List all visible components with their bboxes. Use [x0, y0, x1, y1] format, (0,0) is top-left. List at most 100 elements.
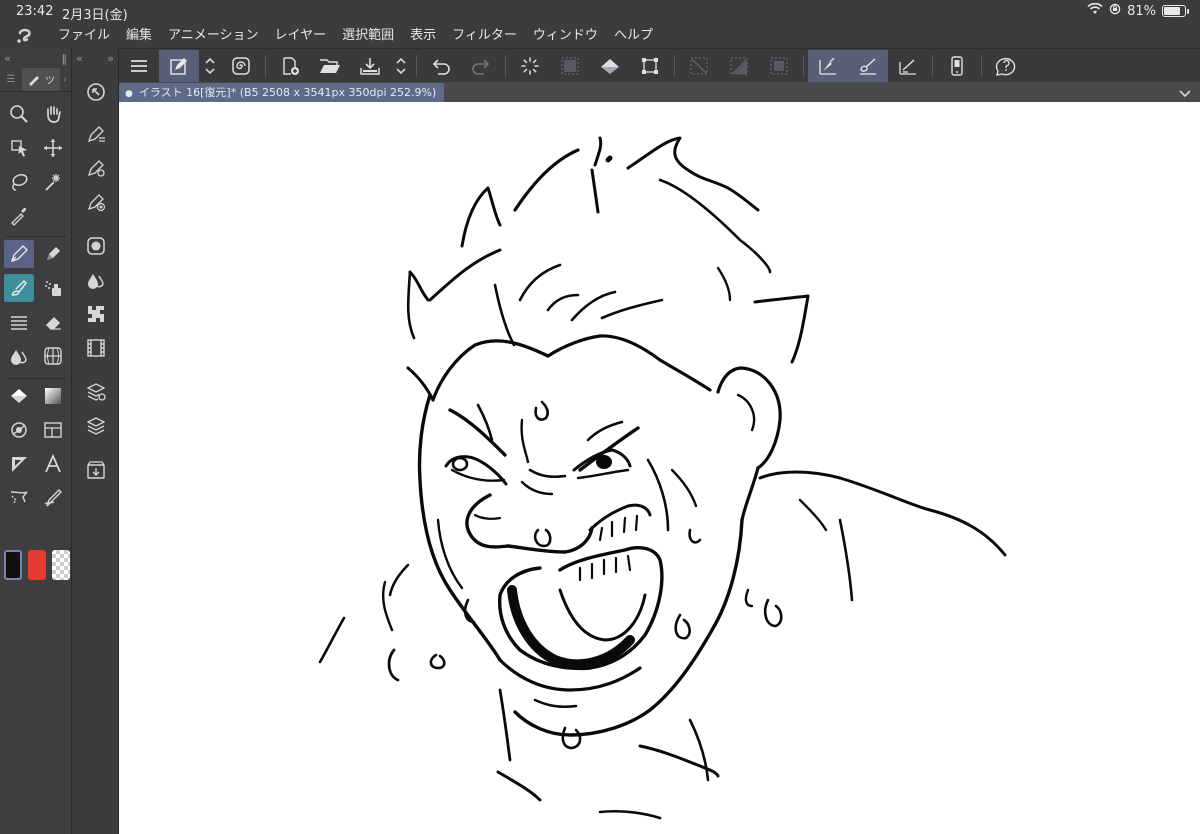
pen-tab-icon [29, 75, 39, 86]
spiral-icon[interactable] [221, 50, 261, 82]
menu-icon[interactable] [119, 50, 159, 82]
menu-file[interactable]: ファイル [50, 24, 118, 48]
layer-property-icon[interactable] [81, 378, 111, 406]
loading-icon[interactable] [510, 50, 550, 82]
move-icon[interactable] [38, 134, 68, 162]
pen-icon[interactable] [4, 240, 34, 268]
document-tab-title: イラスト 16[復元]* (B5 2508 x 3541px 350dpi 25… [138, 86, 437, 99]
tab-more-icon[interactable]: › [60, 68, 70, 91]
select-all-icon[interactable] [550, 50, 590, 82]
collapse-left-icon[interactable]: « [4, 52, 11, 65]
blend-icon[interactable] [4, 342, 34, 370]
shape-icon[interactable] [4, 416, 34, 444]
deselect-icon[interactable] [679, 50, 719, 82]
toolbar-separator [981, 54, 982, 77]
status-right: 81% [1087, 2, 1189, 19]
chevron-down-icon[interactable] [1178, 84, 1192, 103]
menu-filter[interactable]: フィルター [444, 24, 525, 48]
fill-icon[interactable] [590, 50, 630, 82]
tool-property-icon[interactable] [81, 154, 111, 182]
save-icon[interactable] [350, 50, 390, 82]
sub-color-swatch[interactable] [28, 550, 46, 580]
sub-tool-pen-icon[interactable] [81, 120, 111, 148]
menu-help[interactable]: ヘルプ [606, 24, 661, 48]
main-color-swatch[interactable] [4, 550, 22, 580]
text-icon[interactable] [38, 450, 68, 478]
pencil-icon[interactable] [38, 240, 68, 268]
ruler-icon[interactable] [4, 450, 34, 478]
redo-icon[interactable] [461, 50, 501, 82]
menu-animation[interactable]: アニメーション [160, 24, 266, 48]
status-time: 23:42 [16, 4, 54, 19]
gradient-icon[interactable] [38, 382, 68, 410]
toolbar-separator [674, 54, 675, 77]
layer-icon[interactable] [81, 412, 111, 440]
battery-percent: 81% [1127, 3, 1156, 19]
toolbar-separator [416, 54, 417, 77]
menu-edit[interactable]: 編集 [118, 24, 160, 48]
brush-pressure-icon[interactable] [848, 49, 888, 82]
figure-icon[interactable] [38, 342, 68, 370]
panel-menu-icon[interactable]: ☰ [0, 68, 22, 91]
status-bar: 23:42 2月3日(金) 81% [0, 0, 1200, 24]
sub-panel-header: « » [72, 48, 118, 68]
toolbar-separator [932, 54, 933, 77]
color-set-icon[interactable] [81, 300, 111, 328]
up-down-chevron-icon[interactable] [390, 50, 412, 82]
object-select-icon[interactable] [4, 134, 34, 162]
lasso-icon[interactable] [4, 168, 34, 196]
selection-border-icon[interactable] [759, 50, 799, 82]
correction-line-icon[interactable] [38, 484, 68, 512]
tool-divider [6, 378, 66, 379]
toolbar-separator [505, 54, 506, 77]
zoom-icon[interactable] [4, 100, 34, 128]
help-icon[interactable] [986, 50, 1026, 82]
magic-wand-icon[interactable] [38, 168, 68, 196]
invert-selection-icon[interactable] [719, 50, 759, 82]
open-folder-icon[interactable] [310, 50, 350, 82]
collapse-left-icon[interactable]: « [76, 52, 83, 65]
tab-tool[interactable]: ツ [22, 68, 60, 91]
airbrush-icon[interactable] [38, 274, 68, 302]
line-art-illustration [318, 136, 1007, 820]
hand-icon[interactable] [38, 100, 68, 128]
menu-layer[interactable]: レイヤー [267, 24, 335, 48]
eyedropper-icon[interactable] [4, 202, 34, 230]
frame-icon[interactable] [38, 416, 68, 444]
eraser-icon[interactable] [38, 308, 68, 336]
brush-size-icon[interactable] [81, 188, 111, 216]
color-circle-icon[interactable] [81, 232, 111, 260]
intermediate-color-icon[interactable] [81, 266, 111, 294]
drawing-canvas[interactable] [119, 102, 1200, 834]
document-tab-bar: ● イラスト 16[復元]* (B5 2508 x 3541px 350dpi 2… [119, 82, 1200, 102]
smartphone-icon[interactable] [937, 50, 977, 82]
material-icon[interactable] [81, 456, 111, 484]
menu-view[interactable]: 表示 [402, 24, 444, 48]
menu-selection[interactable]: 選択範囲 [334, 24, 402, 48]
decoration-icon[interactable] [4, 308, 34, 336]
pen-pressure-icon[interactable] [808, 49, 848, 82]
command-bar [119, 48, 1200, 82]
color-slider-icon[interactable] [81, 334, 111, 362]
fill-icon[interactable] [4, 382, 34, 410]
up-down-chevron-icon[interactable] [199, 50, 221, 82]
undo-icon[interactable] [421, 50, 461, 82]
tool-panel: « ‖ ☰ ツ › [0, 48, 72, 834]
balloon-icon[interactable] [4, 484, 34, 512]
new-file-icon[interactable] [270, 50, 310, 82]
document-tab[interactable]: ● イラスト 16[復元]* (B5 2508 x 3541px 350dpi 2… [119, 83, 445, 102]
status-date: 2月3日(金) [62, 8, 128, 23]
transform-icon[interactable] [630, 50, 670, 82]
simple-mode-icon[interactable] [159, 49, 199, 82]
menu-bar: ファイル 編集 アニメーション レイヤー 選択範囲 表示 フィルター ウィンドウ… [0, 24, 1200, 48]
menu-window[interactable]: ウィンドウ [525, 24, 606, 48]
clip-studio-app: 23:42 2月3日(金) 81% ファイル 編集 アニメーション レイヤー 選… [0, 0, 1200, 834]
ruler-icon[interactable] [888, 50, 928, 82]
transparency-checker-icon[interactable] [52, 550, 70, 580]
navigator-icon[interactable] [81, 78, 111, 106]
tool-divider [6, 236, 66, 237]
panel-grip-icon[interactable]: ‖ [62, 52, 68, 65]
clip-studio-logo-icon[interactable] [0, 24, 50, 48]
brush-icon[interactable] [4, 274, 34, 302]
collapse-right-icon[interactable]: » [107, 52, 114, 65]
